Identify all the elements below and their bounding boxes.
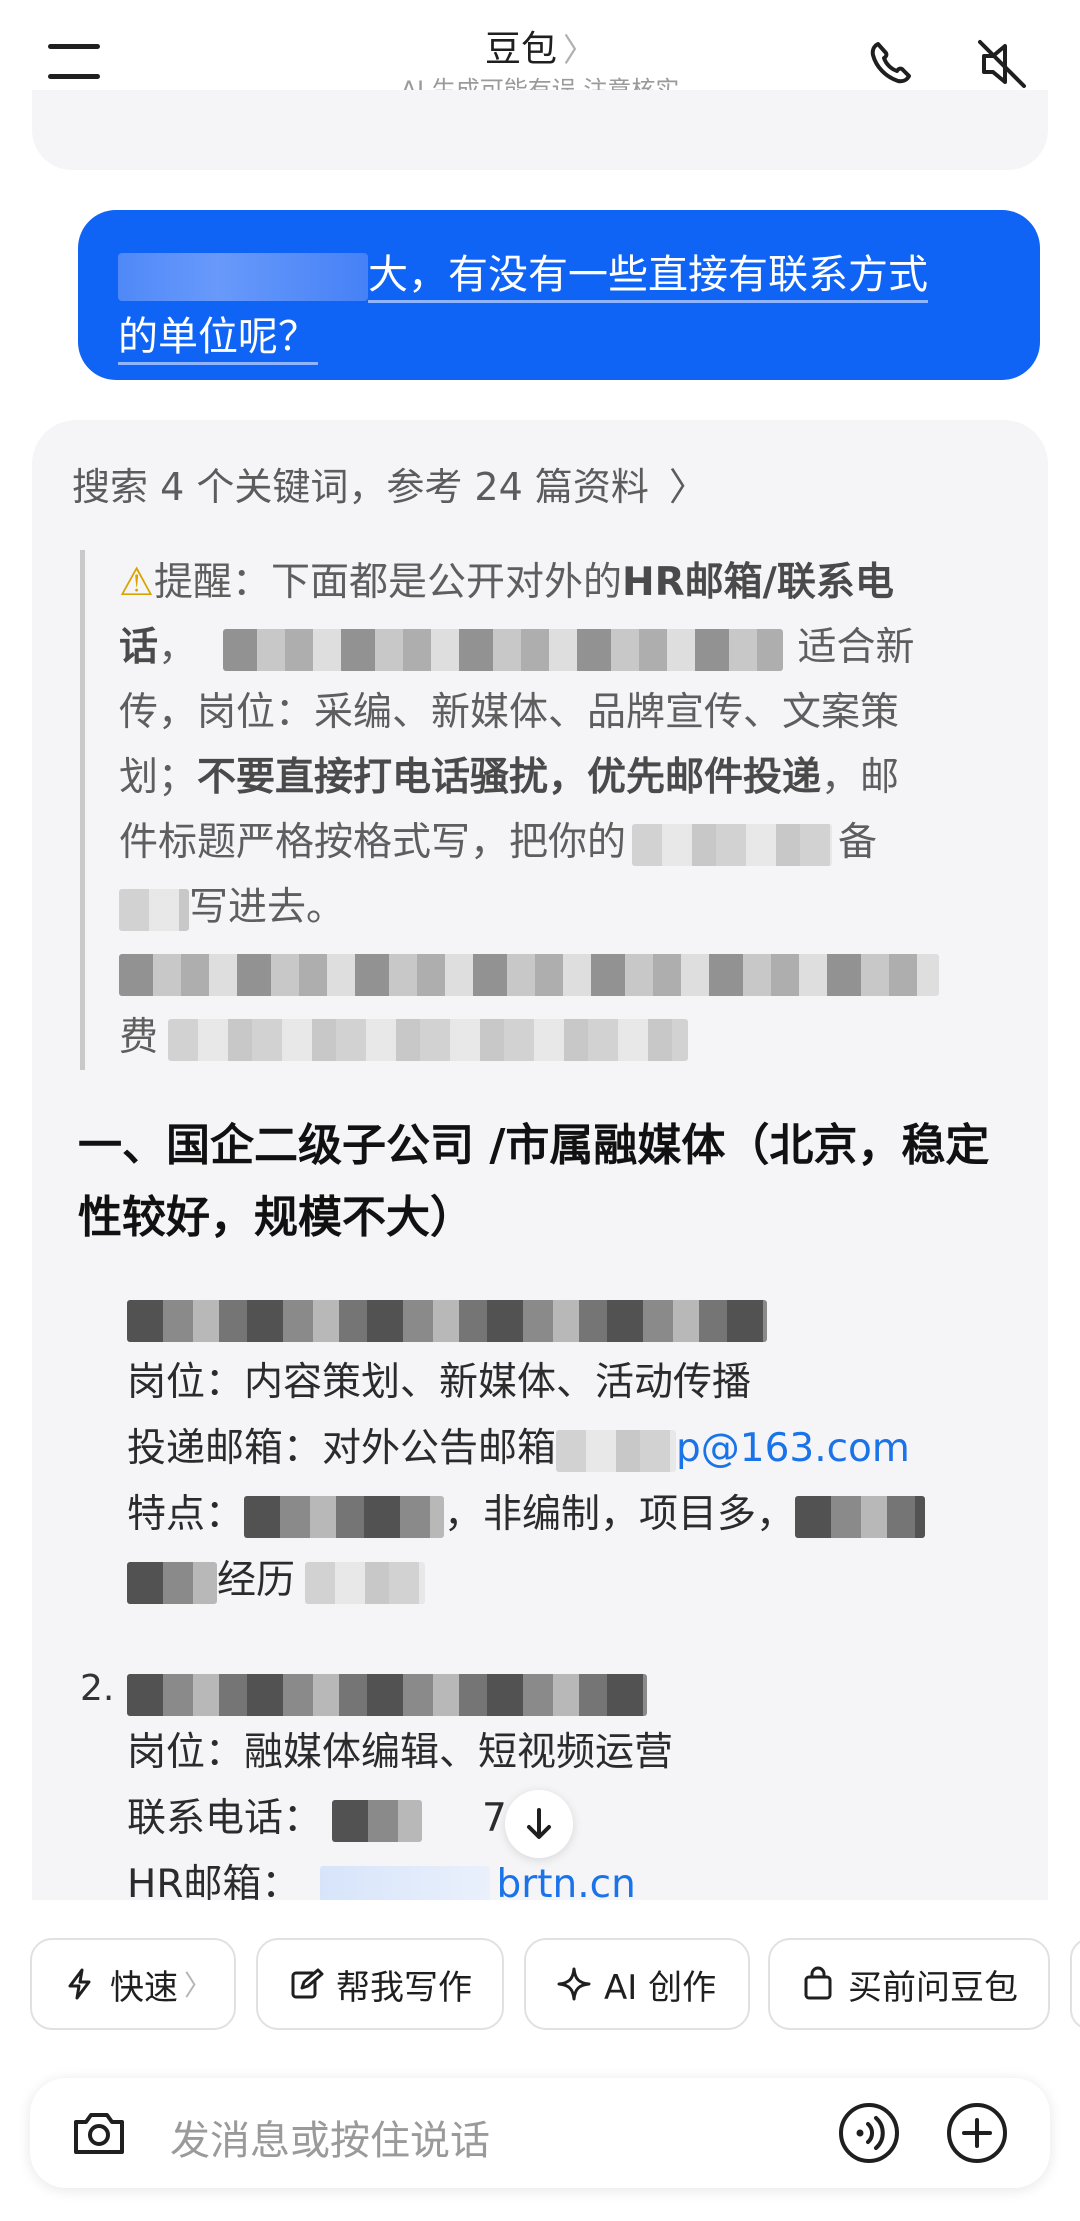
chevron-right-icon: 〉 [184, 1969, 213, 2002]
item2-hr-email: HR邮箱： brtn.cn [127, 1852, 636, 1900]
previous-message-bubble [32, 90, 1048, 170]
speaker-muted-icon[interactable] [972, 34, 1032, 94]
reminder-quote: ⚠提醒：下面都是公开对外的HR邮箱/联系电 话， 适合新 传，岗位：采编、新媒体… [80, 550, 1000, 1070]
item2-position: 岗位：融媒体编辑、短视频运营 [127, 1730, 674, 1775]
blurred-text [632, 823, 833, 866]
blurred-item-title [127, 1286, 767, 1351]
blurred-text [119, 888, 189, 931]
edit-icon [291, 1968, 324, 1999]
blurred-text [119, 953, 939, 996]
chip-ask-before-buy[interactable]: 买前问豆包 [768, 1938, 1050, 2030]
item1-features-cont: 经历 [127, 1548, 426, 1613]
chip-help-write[interactable]: 帮我写作 [256, 1938, 504, 2030]
blurred-text [118, 253, 368, 301]
chevron-right-icon: 〉 [563, 31, 596, 69]
arrow-down-icon[interactable] [505, 1790, 573, 1858]
warning-icon: ⚠ [119, 560, 154, 605]
ai-reply-card: 搜索 4 个关键词，参考 24 篇资料〉 ⚠提醒：下面都是公开对外的HR邮箱/联… [32, 420, 1048, 1900]
blurred-item-title [127, 1660, 647, 1725]
item2-phone: 联系电话：74 [127, 1786, 532, 1851]
email-link[interactable]: brtn.cn [496, 1862, 635, 1900]
chip-fast[interactable]: 快速〉 [30, 1938, 236, 2030]
item2-number: 2. [80, 1668, 115, 1709]
user-message-text-line2: 的单位呢？ [118, 314, 318, 365]
shortcut-chips: 快速〉 帮我写作 AI 创作 买前问豆包 [0, 1938, 1080, 2034]
voice-call-icon[interactable] [836, 2100, 902, 2166]
user-message-bubble[interactable]: 大，有没有一些直接有联系方式 的单位呢？ [78, 210, 1040, 380]
message-input[interactable]: 发消息或按住说话 [170, 2108, 490, 2166]
chip-ai-create[interactable]: AI 创作 [524, 1938, 750, 2030]
item1-position: 岗位：内容策划、新媒体、活动传播 [127, 1360, 752, 1405]
search-summary[interactable]: 搜索 4 个关键词，参考 24 篇资料〉 [72, 456, 707, 511]
user-message-text: 大，有没有一些直接有联系方式 [368, 252, 928, 303]
chip-partial[interactable] [1070, 1938, 1080, 2030]
blurred-text [168, 1018, 689, 1061]
title-text: 豆包 [484, 29, 557, 70]
section-heading: 一、国企二级子公司 /市属融媒体（北京，稳定性较好，规模不大） [78, 1120, 990, 1243]
camera-icon[interactable] [66, 2100, 132, 2166]
lightning-icon [68, 1968, 91, 2000]
item1-email: 投递邮箱：对外公告邮箱 p@163.com [127, 1426, 910, 1472]
blurred-text [223, 628, 784, 671]
item1-features: 特点： ，非编制，项目多， [127, 1482, 926, 1547]
phone-icon[interactable] [862, 34, 922, 94]
sparkle-icon [557, 1967, 591, 2001]
email-link[interactable]: p@163.com [676, 1426, 910, 1471]
message-input-bar: 发消息或按住说话 [30, 2078, 1050, 2188]
chevron-right-icon: 〉 [668, 465, 707, 509]
plus-icon[interactable] [944, 2100, 1010, 2166]
shopping-bag-icon [804, 1966, 832, 2000]
